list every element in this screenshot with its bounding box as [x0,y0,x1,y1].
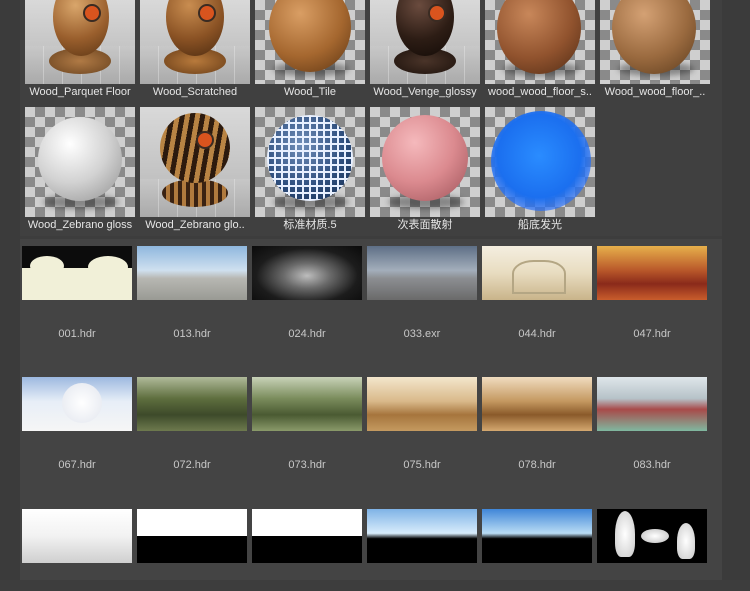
hdr-tile[interactable]: 013.hdr [137,246,247,340]
hdr-tile[interactable] [482,509,592,591]
hdr-tile[interactable]: 044.hdr [482,246,592,340]
hdr-tile[interactable] [22,509,132,591]
hdr-tile[interactable]: 078.hdr [482,377,592,471]
material-label: Wood_Zebrano gloss [27,219,133,231]
material-label: Wood_Scratched [152,86,238,98]
hdr-thumbnail [22,246,132,300]
hdr-label: 073.hdr [288,459,326,471]
mosaic-material-preview [255,107,365,217]
material-tile[interactable]: Wood_Scratched [140,0,250,99]
hdr-thumbnail [252,377,362,431]
left-gutter [0,0,20,580]
hdr-tile[interactable]: 072.hdr [137,377,247,471]
material-tile[interactable]: Wood_Zebrano glo.. [140,107,250,232]
hdr-label: 047.hdr [633,328,671,340]
hdr-tile[interactable]: 024.hdr [252,246,362,340]
material-tile[interactable]: Wood_Tile [255,0,365,99]
hdr-thumbnail [137,246,247,300]
hdr-tile[interactable]: 067.hdr [22,377,132,471]
hdr-label: 072.hdr [173,459,211,471]
hdr-tile[interactable]: 075.hdr [367,377,477,471]
hdr-tile[interactable] [252,509,362,591]
material-tile[interactable]: wood_wood_floor_s.. [485,0,595,99]
wood-scratched-preview [140,0,250,84]
wood-tile-preview [255,0,365,84]
hdr-tile[interactable]: 033.exr [367,246,477,340]
hdr-label: 024.hdr [288,328,326,340]
hdr-thumbnail [482,377,592,431]
hdr-label: 078.hdr [518,459,556,471]
hdr-label: 067.hdr [58,459,96,471]
hdr-thumbnail [597,377,707,431]
hdr-thumbnail [22,509,132,563]
wood-zebrano-glo-preview [140,107,250,217]
hdr-label: 001.hdr [58,328,96,340]
wood-parquet-floor-preview [25,0,135,84]
hdr-tile[interactable]: 001.hdr [22,246,132,340]
hdr-tile[interactable] [137,509,247,591]
wood-floor-s-preview [485,0,595,84]
hdr-thumbnail [252,246,362,300]
wood-zebrano-gloss-preview [25,107,135,217]
material-label: 标准材质.5 [283,219,337,231]
material-tile[interactable]: Wood_Zebrano gloss [25,107,135,232]
material-label: Wood_Venge_glossy [373,86,477,98]
hdr-label: 033.exr [403,328,441,340]
hdr-thumbnail [367,246,477,300]
hdr-label: 044.hdr [518,328,556,340]
hdr-thumbnail [367,377,477,431]
material-library: Wood_Parquet Floor Wood_Scratched Wood_T… [20,0,722,236]
hdr-label: 075.hdr [403,459,441,471]
material-tile[interactable]: Wood_Parquet Floor [25,0,135,99]
hdr-thumbnail [482,246,592,300]
hdr-tile[interactable]: 073.hdr [252,377,362,471]
right-gutter [722,0,750,580]
wood-floor-preview [600,0,710,84]
hdr-tile[interactable]: 047.hdr [597,246,707,340]
hdr-thumbnail [137,377,247,431]
hdr-thumbnail [597,246,707,300]
material-label: Wood_wood_floor_.. [604,86,706,98]
material-label: 次表面散射 [397,219,453,231]
hdr-thumbnail [137,509,247,563]
material-label: Wood_Parquet Floor [29,86,131,98]
hdr-tile[interactable] [367,509,477,591]
hdr-label: 013.hdr [173,328,211,340]
glowing-material-preview [485,107,595,217]
hdr-thumbnail [22,377,132,431]
material-tile[interactable]: 船底发光 [485,107,595,232]
hdr-tile[interactable]: 083.hdr [597,377,707,471]
hdr-thumbnail [367,509,477,563]
hdr-thumbnail [597,509,707,563]
material-tile[interactable]: Wood_Venge_glossy [370,0,480,99]
material-tile[interactable]: 标准材质.5 [255,107,365,232]
material-label: wood_wood_floor_s.. [488,86,592,98]
hdr-tile[interactable] [597,509,707,591]
material-tile[interactable]: 次表面散射 [370,107,480,232]
hdr-thumbnail [252,509,362,563]
hdr-label: 083.hdr [633,459,671,471]
material-label: Wood_Tile [284,86,336,98]
material-tile[interactable]: Wood_wood_floor_.. [600,0,710,99]
subsurface-scattering-preview [370,107,480,217]
hdr-thumbnail [482,509,592,563]
wood-venge-glossy-preview [370,0,480,84]
material-label: 船底发光 [518,219,562,231]
hdr-environment-library: 001.hdr 013.hdr 024.hdr 033.exr 044.hdr … [20,239,722,580]
material-label: Wood_Zebrano glo.. [145,219,245,231]
